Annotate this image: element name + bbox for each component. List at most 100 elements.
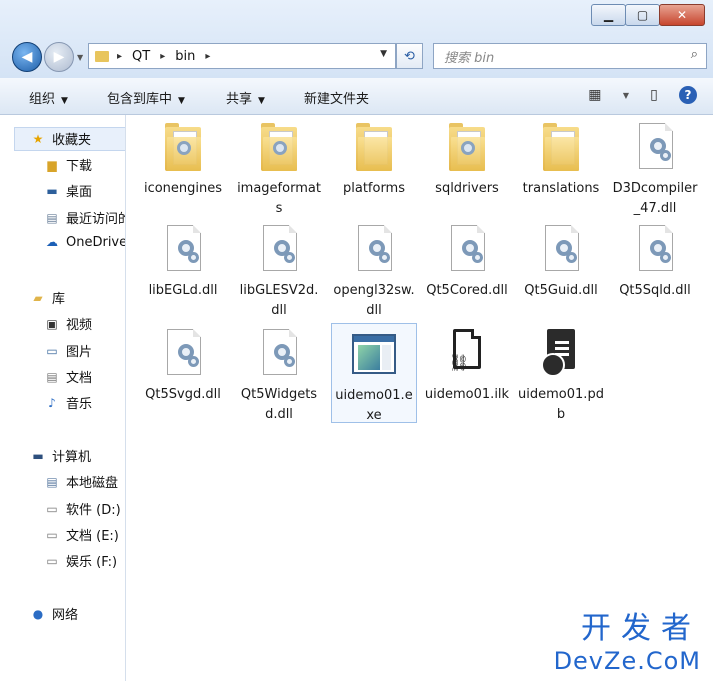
sidebar-item-local-disk[interactable]: ▤ 本地磁盘: [44, 472, 118, 492]
sidebar-item-downloads[interactable]: ▆ 下载: [44, 155, 92, 175]
sidebar-item-videos[interactable]: ▣ 视频: [44, 314, 92, 334]
dll-file-icon: [161, 225, 205, 277]
view-dropdown-icon[interactable]: ▼: [623, 91, 629, 100]
command-bar: 组织 ▼ 包含到库中 ▼ 共享 ▼ 新建文件夹 ▦ ▼ ▯ ?: [0, 78, 713, 115]
document-icon: ▤: [46, 369, 58, 384]
file-name: translations: [522, 181, 600, 196]
window-controls: ▁ ▢ ✕: [591, 4, 705, 26]
dll-file-icon: [352, 225, 396, 277]
help-icon[interactable]: ?: [679, 86, 697, 104]
file-item[interactable]: Qt5Widgetsd.dll: [236, 329, 322, 429]
close-button[interactable]: ✕: [659, 4, 705, 26]
file-item[interactable]: platforms: [331, 123, 417, 223]
dll-file-icon: [633, 225, 677, 277]
breadcrumb-separator[interactable]: ▸: [160, 51, 165, 62]
minimize-button[interactable]: ▁: [591, 4, 626, 26]
sidebar-item-desktop[interactable]: ▬ 桌面: [44, 181, 92, 201]
new-folder-button[interactable]: 新建文件夹: [304, 88, 369, 107]
sidebar-item-drive-e[interactable]: ▭ 文档 (E:): [44, 525, 119, 545]
file-item[interactable]: libEGLd.dll: [140, 225, 226, 325]
file-item[interactable]: Qt5Guid.dll: [518, 225, 604, 325]
sidebar-item-documents[interactable]: ▤ 文档: [44, 367, 92, 387]
file-item[interactable]: opengl32sw.dll: [331, 225, 417, 325]
folder-icon: [539, 123, 583, 175]
file-name: opengl32sw.dll: [333, 283, 415, 318]
recent-places-icon: ▤: [46, 210, 58, 225]
breadcrumb-bin[interactable]: bin: [175, 49, 195, 64]
include-in-library-menu[interactable]: 包含到库中 ▼: [107, 88, 185, 107]
navigation-pane: ★收藏夹 ▆下载 ▬桌面 ▤最近访问的位置 ☁OneDrive ▰库 ▣视频 ▭…: [0, 115, 126, 681]
sidebar-item-network[interactable]: ● 网络: [30, 604, 78, 624]
sidebar-item-computer[interactable]: ▬ 计算机: [30, 446, 91, 466]
search-placeholder: 搜索 bin: [444, 50, 495, 66]
cloud-icon: ☁: [46, 235, 58, 249]
refresh-button[interactable]: ⟲: [396, 43, 423, 69]
file-item[interactable]: Qt5Cored.dll: [424, 225, 510, 325]
sidebar-item-drive-d[interactable]: ▭ 软件 (D:): [44, 499, 120, 519]
folder-icon: [445, 123, 489, 175]
folder-icon: [352, 123, 396, 175]
sidebar-item-music[interactable]: ♪ 音乐: [44, 393, 92, 413]
folder-icon: [161, 123, 205, 175]
file-name: imageformats: [237, 181, 321, 216]
file-list: iconengines imageformats platforms sqldr…: [126, 115, 713, 681]
sidebar-item-favorites[interactable]: ★ 收藏夹: [30, 129, 91, 149]
folder-icon: [95, 50, 109, 62]
drive-icon: ▭: [46, 501, 58, 516]
maximize-button[interactable]: ▢: [625, 4, 660, 26]
system-drive-icon: ▤: [46, 474, 58, 489]
file-item[interactable]: Qt5Svgd.dll: [140, 329, 226, 429]
video-icon: ▣: [46, 316, 58, 331]
drive-icon: ▭: [46, 553, 58, 568]
toolbar-right: ▦ ▼ ▯ ?: [584, 84, 697, 106]
file-item[interactable]: translations: [518, 123, 604, 223]
breadcrumb-separator[interactable]: ▸: [117, 51, 122, 62]
pictures-icon: ▭: [46, 343, 58, 358]
forward-button[interactable]: ▶: [44, 42, 74, 72]
sidebar-item-pictures[interactable]: ▭ 图片: [44, 341, 92, 361]
refresh-icon: ⟲: [404, 48, 415, 64]
file-name: D3Dcompiler_47.dll: [612, 181, 698, 216]
folder-icon: [257, 123, 301, 175]
breadcrumb-qt[interactable]: QT: [132, 49, 150, 64]
nav-buttons: ◀ ▶ ▼: [12, 42, 83, 72]
file-name: Qt5Widgetsd.dll: [240, 387, 318, 422]
organize-menu[interactable]: 组织 ▼: [29, 88, 68, 107]
file-item[interactable]: iconengines: [140, 123, 226, 223]
file-item[interactable]: sqldrivers: [424, 123, 510, 223]
link-file-icon: ⛓: [445, 329, 489, 381]
breadcrumb-separator[interactable]: ▸: [205, 51, 210, 62]
watermark-en: DevZe.CoM: [553, 647, 701, 675]
file-item[interactable]: ⛓ uidemo01.ilk: [424, 329, 510, 429]
sidebar-item-onedrive[interactable]: ☁ OneDrive: [44, 234, 125, 250]
address-bar[interactable]: ▸ QT ▸ bin ▸ ▼: [88, 43, 396, 69]
search-box[interactable]: 搜索 bin ⌕: [433, 43, 707, 69]
desktop-icon: ▬: [46, 183, 58, 198]
address-dropdown-icon[interactable]: ▼: [380, 49, 387, 59]
file-item[interactable]: D3Dcompiler_47.dll: [612, 123, 698, 223]
view-options-icon[interactable]: ▦: [584, 84, 606, 106]
file-item[interactable]: Qt5Sqld.dll: [612, 225, 698, 325]
preview-pane-icon[interactable]: ▯: [643, 84, 665, 106]
file-item[interactable]: imageformats: [236, 123, 322, 223]
pdb-file-icon: [539, 329, 583, 381]
share-menu[interactable]: 共享 ▼: [226, 88, 265, 107]
search-icon[interactable]: ⌕: [691, 47, 698, 62]
recent-pages-dropdown[interactable]: ▼: [77, 53, 83, 62]
back-button[interactable]: ◀: [12, 42, 42, 72]
download-folder-icon: ▆: [47, 157, 57, 172]
file-name: platforms: [342, 181, 405, 196]
file-item[interactable]: libGLESV2d.dll: [236, 225, 322, 325]
sidebar-item-drive-f[interactable]: ▭ 娱乐 (F:): [44, 551, 117, 571]
file-name: Qt5Cored.dll: [426, 283, 508, 298]
music-icon: ♪: [48, 395, 56, 410]
exe-file-icon: [352, 330, 396, 382]
file-item[interactable]: uidemo01.pdb: [518, 329, 604, 429]
file-name: sqldrivers: [435, 181, 499, 196]
sidebar-item-libraries[interactable]: ▰ 库: [30, 288, 65, 308]
file-name: libEGLd.dll: [148, 283, 218, 298]
sidebar-item-recent[interactable]: ▤最近访问的位置: [44, 208, 125, 228]
file-name: uidemo01.pdb: [518, 387, 604, 422]
dll-file-icon: [257, 225, 301, 277]
file-item-selected[interactable]: uidemo01.exe: [331, 323, 417, 423]
